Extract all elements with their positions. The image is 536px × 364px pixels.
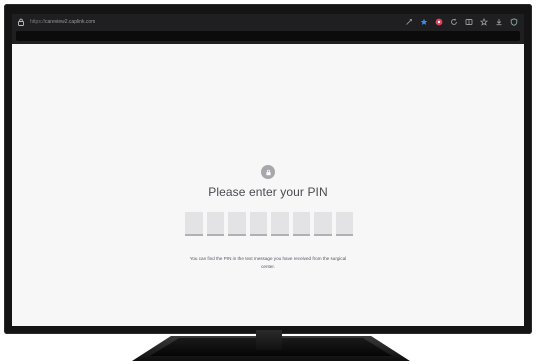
downloads-icon[interactable]	[495, 18, 503, 26]
pin-digit-7[interactable]	[314, 212, 332, 236]
url-host: careview2.caplink.com	[45, 19, 96, 25]
pin-digit-5[interactable]	[271, 212, 289, 236]
browser-toolbar: https://careview2.caplink.com	[12, 14, 524, 44]
profile-icon[interactable]	[435, 18, 443, 26]
refresh-icon[interactable]	[450, 18, 458, 26]
favorites-icon[interactable]	[480, 18, 488, 26]
pin-digit-1[interactable]	[185, 212, 203, 236]
url-text[interactable]: https://careview2.caplink.com	[30, 18, 95, 26]
page-content: Please enter your PIN You can find the P…	[12, 44, 524, 326]
shield-icon[interactable]	[510, 18, 518, 26]
url-scheme: https://	[30, 19, 46, 25]
pin-digit-2[interactable]	[206, 212, 224, 236]
page-title: Please enter your PIN	[208, 185, 328, 199]
bookmarks-bar	[16, 31, 520, 41]
pin-input-group	[185, 212, 353, 236]
sidebar-icon[interactable]	[465, 18, 473, 26]
pin-digit-8[interactable]	[335, 212, 353, 236]
star-icon[interactable]	[420, 18, 428, 26]
monitor-bezel: https://careview2.caplink.com Please ent…	[4, 4, 532, 334]
toolbar-icons	[405, 17, 518, 27]
pin-digit-3[interactable]	[228, 212, 246, 236]
pin-digit-6[interactable]	[292, 212, 310, 236]
browser-window: https://careview2.caplink.com Please ent…	[12, 14, 524, 326]
lock-icon[interactable]	[17, 18, 25, 26]
pin-digit-4[interactable]	[249, 212, 267, 236]
monitor-stand-neck	[256, 330, 282, 350]
extension-icon[interactable]	[405, 18, 413, 26]
lock-badge	[261, 165, 275, 179]
lock-icon	[265, 169, 271, 175]
pin-help-text: You can find the PIN in the text message…	[189, 256, 347, 269]
